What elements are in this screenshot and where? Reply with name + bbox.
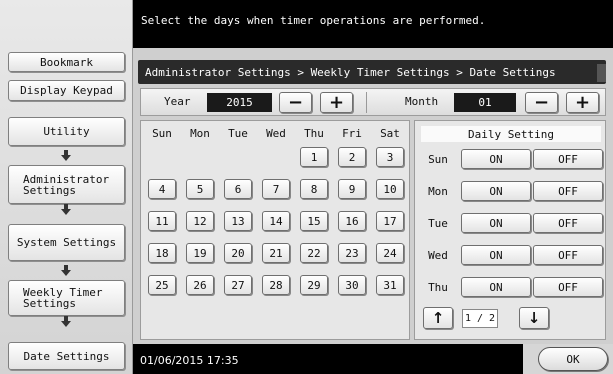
weekday-header: Tue <box>228 127 248 140</box>
weekday-header: Mon <box>190 127 210 140</box>
calendar-day-button[interactable]: 4 <box>148 179 176 199</box>
divider <box>366 92 367 113</box>
left-panel: Bookmark Display Keypad Utility Administ… <box>0 0 133 374</box>
step-label: Utility <box>43 125 90 138</box>
off-button[interactable]: OFF <box>533 245 603 265</box>
step-weekly-timer-settings-button[interactable]: Weekly Timer Settings <box>8 280 125 316</box>
off-button[interactable]: OFF <box>533 181 603 201</box>
breadcrumb: Administrator Settings > Weekly Timer Se… <box>145 66 556 79</box>
status-bar: 01/06/2015 17:35 <box>133 344 523 374</box>
calendar-day-button[interactable]: 25 <box>148 275 176 295</box>
daily-setting-panel: Daily Setting ↑ 1 / 2 ↓ Sun ON OFF Mon ON OFF… <box>414 120 606 340</box>
page-indicator: 1 / 2 <box>462 309 498 328</box>
calendar-day-button[interactable]: 13 <box>224 211 252 231</box>
arrow-up-icon[interactable]: ↑ <box>423 307 453 329</box>
calendar-day-button[interactable]: 14 <box>262 211 290 231</box>
calendar-grid: Sun Mon Tue Wed Thu Fri Sat 1 2 3 4 5 6 7 8 9 10 11 12 13 14… <box>140 120 410 340</box>
on-button[interactable]: ON <box>461 277 531 297</box>
weekday-header: Fri <box>342 127 362 140</box>
month-decrement-button[interactable]: − <box>525 92 558 113</box>
calendar-day-button[interactable]: 2 <box>338 147 366 167</box>
display-keypad-button[interactable]: Display Keypad <box>8 80 125 101</box>
month-increment-button[interactable]: + <box>566 92 599 113</box>
calendar-day-button[interactable]: 7 <box>262 179 290 199</box>
arrow-down-icon[interactable]: ↓ <box>519 307 549 329</box>
off-button[interactable]: OFF <box>533 277 603 297</box>
on-button[interactable]: ON <box>461 181 531 201</box>
weekday-header: Thu <box>304 127 324 140</box>
down-arrow-icon <box>61 316 71 328</box>
calendar-day-button[interactable]: 22 <box>300 243 328 263</box>
step-date-settings-button[interactable]: Date Settings <box>8 342 125 370</box>
daily-setting-title: Daily Setting <box>421 126 601 142</box>
screen: Bookmark Display Keypad Utility Administ… <box>0 0 613 374</box>
calendar-day-button[interactable]: 23 <box>338 243 366 263</box>
down-arrow-icon <box>61 265 71 277</box>
calendar-day-button[interactable]: 12 <box>186 211 214 231</box>
calendar-day-button[interactable]: 28 <box>262 275 290 295</box>
off-button[interactable]: OFF <box>533 213 603 233</box>
calendar-day-button[interactable]: 5 <box>186 179 214 199</box>
datetime-display: 01/06/2015 17:35 <box>140 354 239 367</box>
year-month-row: Year 2015 − + Month 01 − + <box>140 88 606 116</box>
calendar-day-button[interactable]: 15 <box>300 211 328 231</box>
day-of-week-label: Thu <box>428 281 448 294</box>
down-arrow-icon <box>61 150 71 162</box>
breadcrumb-bar: Administrator Settings > Weekly Timer Se… <box>138 60 606 84</box>
month-label: Month <box>405 95 439 108</box>
calendar-day-button[interactable]: 31 <box>376 275 404 295</box>
instruction-header: Select the days when timer operations ar… <box>133 0 613 48</box>
calendar-day-button[interactable]: 10 <box>376 179 404 199</box>
day-of-week-label: Sun <box>428 153 448 166</box>
step-utility-button[interactable]: Utility <box>8 117 125 146</box>
calendar-day-button[interactable]: 9 <box>338 179 366 199</box>
down-arrow-icon <box>61 204 71 216</box>
calendar-day-button[interactable]: 20 <box>224 243 252 263</box>
calendar-day-button[interactable]: 29 <box>300 275 328 295</box>
calendar-day-button[interactable]: 8 <box>300 179 328 199</box>
year-label: Year <box>164 95 191 108</box>
instruction-text: Select the days when timer operations ar… <box>141 14 486 27</box>
calendar-day-button[interactable]: 11 <box>148 211 176 231</box>
step-label: Date Settings <box>23 349 110 363</box>
calendar-day-button[interactable]: 1 <box>300 147 328 167</box>
bookmark-button[interactable]: Bookmark <box>8 52 125 72</box>
weekday-header: Sat <box>380 127 400 140</box>
calendar-day-button[interactable]: 27 <box>224 275 252 295</box>
on-button[interactable]: ON <box>461 149 531 169</box>
ok-button[interactable]: OK <box>538 347 608 371</box>
calendar-day-button[interactable]: 21 <box>262 243 290 263</box>
step-label: Settings <box>23 297 76 310</box>
step-label: Settings <box>23 183 76 197</box>
calendar-day-button[interactable]: 30 <box>338 275 366 295</box>
off-button[interactable]: OFF <box>533 149 603 169</box>
step-label: Administrator <box>23 172 110 186</box>
calendar-day-button[interactable]: 18 <box>148 243 176 263</box>
day-of-week-label: Wed <box>428 249 448 262</box>
scroll-edge <box>597 64 606 82</box>
calendar-day-button[interactable]: 26 <box>186 275 214 295</box>
calendar-day-button[interactable]: 6 <box>224 179 252 199</box>
calendar-day-button[interactable]: 17 <box>376 211 404 231</box>
weekday-header: Sun <box>152 127 172 140</box>
weekday-header: Wed <box>266 127 286 140</box>
step-administrator-settings-button[interactable]: Administrator Settings <box>8 165 125 204</box>
step-label: System Settings <box>16 236 117 249</box>
calendar-day-button[interactable]: 3 <box>376 147 404 167</box>
calendar-day-button[interactable]: 24 <box>376 243 404 263</box>
day-of-week-label: Tue <box>428 217 448 230</box>
on-button[interactable]: ON <box>461 213 531 233</box>
year-decrement-button[interactable]: − <box>279 92 312 113</box>
calendar-day-button[interactable]: 16 <box>338 211 366 231</box>
step-system-settings-button[interactable]: System Settings <box>8 224 125 261</box>
day-of-week-label: Mon <box>428 185 448 198</box>
on-button[interactable]: ON <box>461 245 531 265</box>
year-value: 2015 <box>207 93 272 112</box>
year-increment-button[interactable]: + <box>320 92 353 113</box>
calendar-day-button[interactable]: 19 <box>186 243 214 263</box>
month-value: 01 <box>454 93 516 112</box>
